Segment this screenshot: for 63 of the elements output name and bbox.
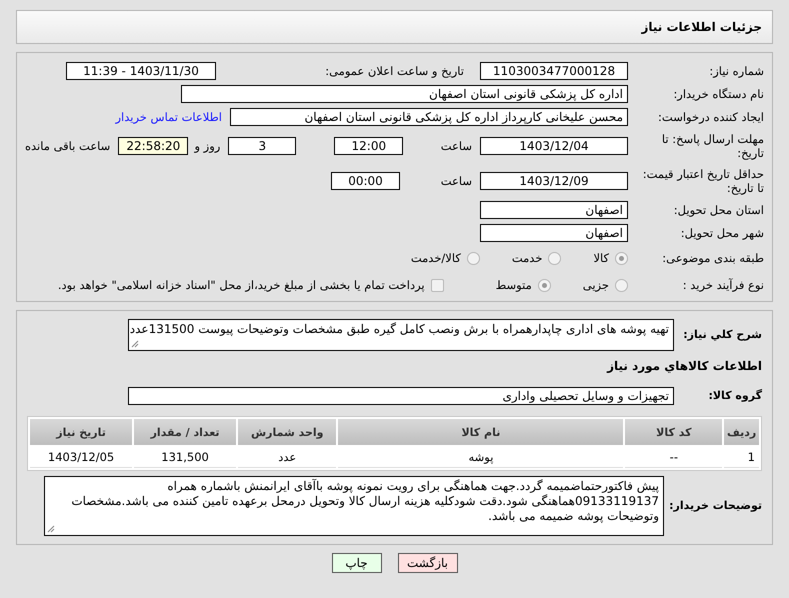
table-cell: عدد — [238, 447, 336, 468]
remaining-time-field: 22:58:20 — [118, 137, 188, 155]
radio-label: جزیی — [582, 278, 609, 292]
table-cell: -- — [625, 447, 722, 468]
checkbox-label: پرداخت تمام یا بخشی از مبلغ خرید،از محل "اسناد خزانه اسلامی" خواهد بود. — [58, 278, 425, 292]
buyer-notes-field: پیش فاکتورحتماضمیمه گردد.جهت هماهنگی برای رویت نمونه پوشه باآقای ایرانمنش باشماره همراه 09133119137هماهنگی شود.دقت شودکلیه هزینه ارسال کالا وتحویل درمحل برعهده تامین کننده می باشد.مشخصات وتوضیحات پوشه ضمیمه می باشد. — [44, 476, 664, 536]
date-field: 1403/12/04 — [480, 137, 628, 155]
column-header: تعداد / مقدار — [134, 419, 236, 445]
field-label: شرح کلي نياز: — [682, 328, 762, 342]
field-label: نام دستگاه خریدار: — [672, 87, 764, 101]
field-label: حداقل تاریخ اعتبار قیمت: تا تاریخ: — [642, 167, 764, 195]
radio-label: کالا/خدمت — [410, 251, 461, 265]
requester-field: محسن علیخانی کارپرداز اداره کل پزشکی قانونی استان اصفهان — [230, 108, 628, 126]
resize-grip-icon[interactable] — [131, 340, 139, 348]
page-title: جزئیات اطلاعات نیاز — [641, 20, 762, 34]
field-label: مهلت ارسال پاسخ: تا تاریخ: — [660, 132, 764, 160]
column-header: کد کالا — [625, 419, 722, 445]
field-label: گروه کالا: — [707, 389, 762, 403]
section-heading: اطلاعات کالاهاي مورد نياز — [607, 359, 762, 373]
column-header: تاریخ نیاز — [30, 419, 132, 445]
column-header: نام کالا — [338, 419, 624, 445]
field-label: ساعت باقی مانده — [25, 139, 110, 153]
table-cell: پوشه — [338, 447, 624, 468]
field-label: شهر محل تحویل: — [680, 226, 764, 240]
field-label: نوع فرآیند خرید : — [682, 278, 764, 292]
field-label: ساعت — [440, 139, 472, 153]
checkbox[interactable] — [430, 278, 444, 292]
need-number-field: 1103003477000128 — [480, 62, 628, 80]
radio-button[interactable] — [615, 252, 628, 264]
field-label: شماره نیاز: — [708, 64, 764, 78]
back-button[interactable]: بازگشت — [398, 553, 458, 573]
radio-button[interactable] — [615, 278, 628, 292]
field-label: ایجاد کننده درخواست: — [657, 110, 764, 124]
days-field: 3 — [228, 137, 296, 155]
resize-grip-icon[interactable] — [47, 525, 55, 533]
table-cell: 1403/12/05 — [30, 447, 132, 468]
column-header: واحد شمارش — [238, 419, 336, 445]
city-field: اصفهان — [480, 224, 628, 242]
buyer-contact-link[interactable]: اطلاعات تماس خریدار — [115, 110, 222, 124]
field-label: ساعت — [440, 174, 472, 188]
field-label: روز و — [196, 139, 220, 153]
time-field: 00:00 — [331, 172, 400, 190]
radio-label: متوسط — [496, 278, 532, 292]
field-label: تاریخ و ساعت اعلان عمومی: — [324, 64, 465, 78]
radio-label: کالا — [593, 251, 609, 265]
goods-group-field: تجهیزات و وسایل تحصیلی واداری — [128, 387, 674, 405]
print-button[interactable]: چاپ — [332, 553, 382, 573]
buyer-org-field: اداره کل پزشکی قانونی استان اصفهان — [181, 85, 628, 103]
table-cell: 131,500 — [134, 447, 236, 468]
radio-button[interactable] — [538, 278, 551, 292]
table-cell: 1 — [724, 447, 759, 468]
field-label: طبقه بندی موضوعی: — [661, 251, 764, 265]
radio-button[interactable] — [466, 252, 480, 264]
radio-label: خدمت — [512, 251, 542, 265]
time-field: 12:00 — [334, 137, 404, 155]
radio-button[interactable] — [548, 252, 562, 264]
date-field: 1403/12/09 — [480, 172, 628, 190]
summary-field: تهیه پوشه های اداری چاپدارهمراه با برش ونصب کامل گیره طبق مشخصات وتوضیحات پیوست 131500عدد — [128, 319, 674, 351]
column-header: ردیف — [724, 419, 759, 445]
field-label: استان محل تحویل: — [672, 203, 764, 217]
province-field: اصفهان — [480, 201, 628, 219]
announce-date-field: 1403/11/30 - 11:39 — [66, 62, 216, 80]
field-label: توضیحات خریدار: — [672, 499, 762, 513]
